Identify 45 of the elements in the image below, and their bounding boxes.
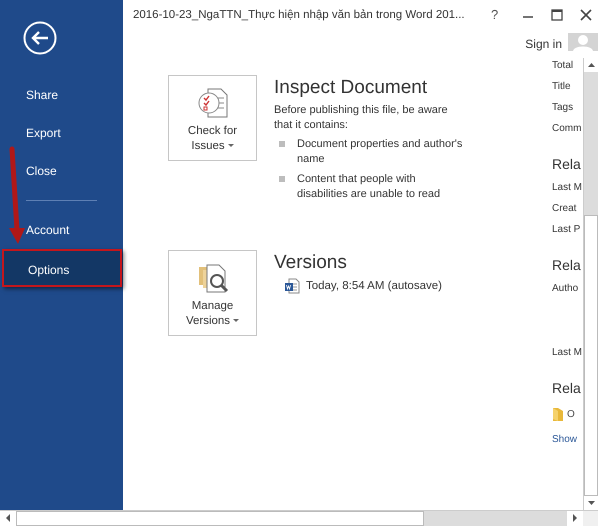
sidebar-item[interactable]: Options bbox=[2, 249, 122, 287]
properties-heading: Rela bbox=[552, 156, 581, 172]
maximize-icon[interactable] bbox=[551, 9, 563, 21]
properties-heading: Rela bbox=[552, 380, 581, 396]
sidebar-item[interactable]: Export bbox=[0, 114, 123, 152]
version-entry[interactable]: Today, 8:54 AM (autosave) bbox=[306, 280, 442, 292]
bullet-icon bbox=[279, 176, 285, 182]
bullet-icon bbox=[279, 141, 285, 147]
tile-button[interactable]: Manage Versions bbox=[168, 250, 257, 336]
property-label: Last P bbox=[552, 223, 580, 237]
property-label: Tags bbox=[552, 101, 574, 115]
property-label: Creat bbox=[552, 202, 576, 216]
description-text: Before publishing this file, be aware that it contains: bbox=[274, 103, 449, 133]
property-label: Comm bbox=[552, 122, 582, 136]
property-label: Total bbox=[552, 59, 574, 73]
window-title: 2016-10-23_NgaTTN_Thực hiện nhập văn bản trong Word 201... bbox=[133, 8, 466, 23]
bullet-text: Document properties and author's name bbox=[297, 137, 464, 167]
folder-link[interactable]: O bbox=[567, 408, 575, 420]
section-heading: Inspect Document bbox=[274, 77, 428, 99]
sidebar-item[interactable]: Close bbox=[0, 152, 123, 190]
tile-button[interactable]: Check for Issues bbox=[168, 75, 257, 161]
properties-heading: Rela bbox=[552, 257, 581, 273]
vertical-scrollbar[interactable] bbox=[583, 58, 598, 510]
scrollbar-corner bbox=[583, 511, 598, 526]
close-icon[interactable] bbox=[580, 9, 592, 21]
property-label: Last M bbox=[552, 346, 582, 360]
property-label: Title bbox=[552, 80, 571, 94]
caret-icon bbox=[233, 318, 240, 323]
scroll-thumb[interactable] bbox=[584, 215, 598, 496]
bullet-text: Content that people with disabilities are unable to read bbox=[297, 172, 442, 202]
sidebar-item[interactable]: Share bbox=[0, 76, 123, 114]
help-button[interactable]: ? bbox=[491, 7, 505, 23]
show-link[interactable]: Show bbox=[552, 434, 578, 445]
section-heading: Versions bbox=[274, 252, 348, 274]
sidebar-item[interactable]: Account bbox=[0, 211, 123, 249]
scroll-thumb[interactable] bbox=[16, 511, 424, 526]
horizontal-scrollbar[interactable] bbox=[0, 510, 598, 526]
caret-icon bbox=[228, 144, 234, 148]
sign-in-link[interactable]: Sign in bbox=[525, 37, 562, 51]
property-label: Last M bbox=[552, 181, 582, 195]
folder-icon bbox=[552, 406, 564, 422]
property-label: Autho bbox=[552, 282, 578, 296]
back-icon[interactable] bbox=[23, 21, 57, 55]
checklist-icon bbox=[196, 86, 230, 120]
document-icon bbox=[284, 278, 300, 294]
